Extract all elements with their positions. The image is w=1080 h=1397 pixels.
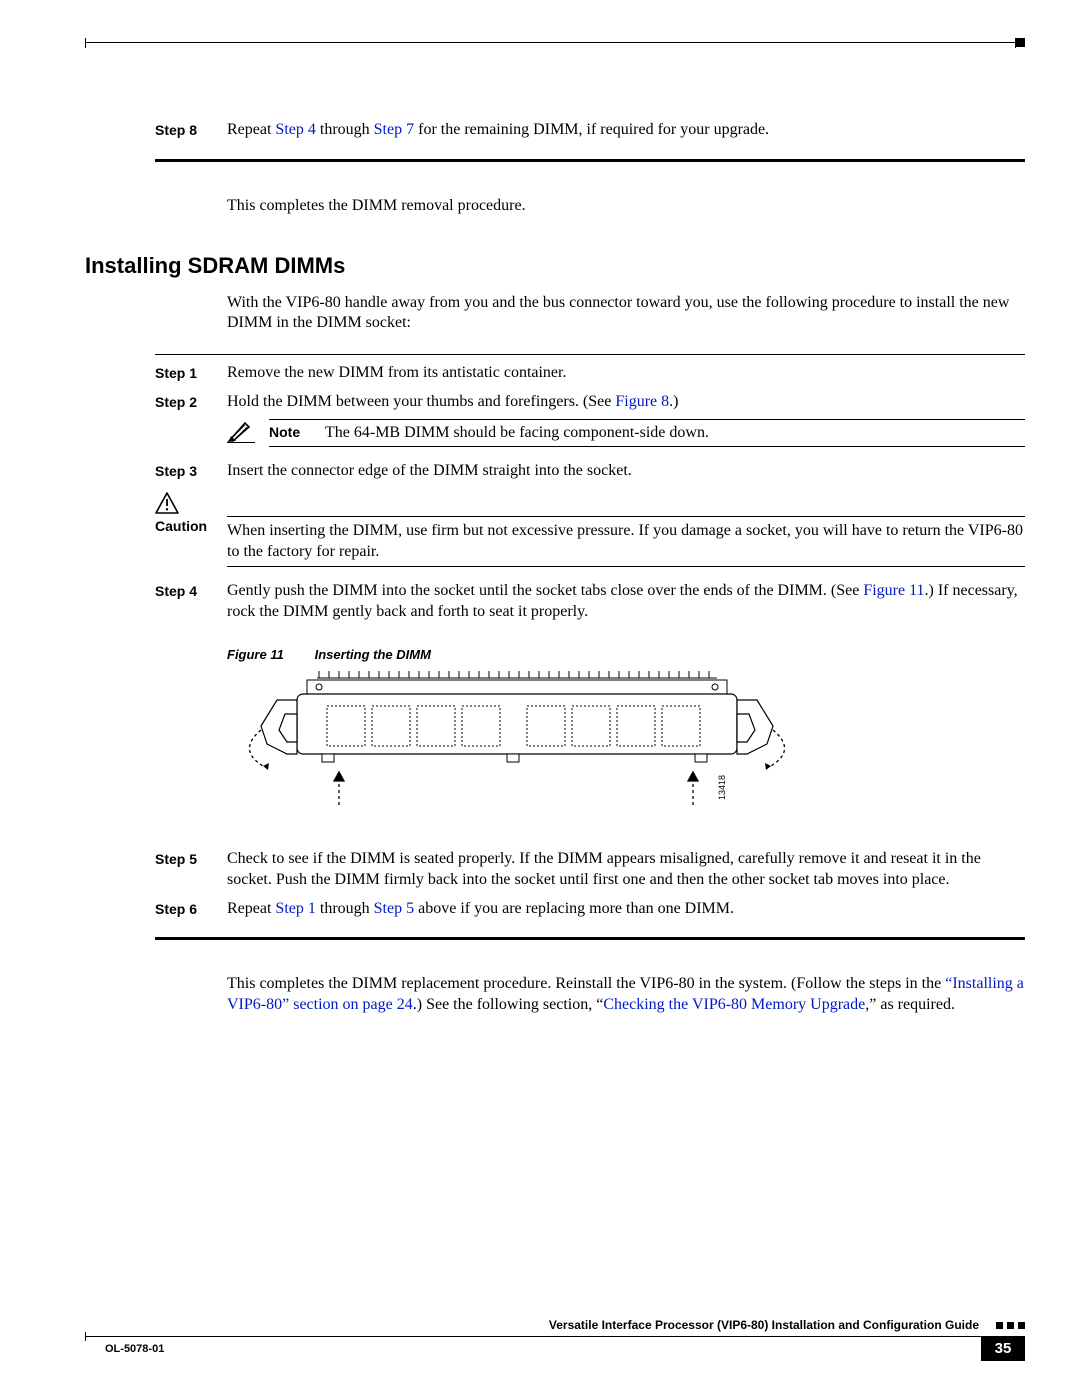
caution-text: When inserting the DIMM, use firm but no… (227, 517, 1025, 567)
note-label: Note (269, 424, 325, 440)
step-5-label: Step 5 (155, 849, 227, 867)
step-4-label: Step 4 (155, 581, 227, 599)
section-intro: With the VIP6-80 handle away from you an… (227, 293, 1025, 335)
figure-number: Figure 11 (227, 647, 311, 662)
closing-pre: This completes the DIMM replacement proc… (227, 975, 945, 992)
closing-mid: .) See the following section, “ (413, 996, 604, 1013)
step-8-row: Step 8 Repeat Step 4 through Step 7 for … (155, 120, 1025, 141)
step-1-label: Step 1 (155, 363, 227, 381)
footer-page-number: 35 (981, 1337, 1025, 1361)
step-6-post: above if you are replacing more than one… (414, 900, 734, 917)
section-heading: Installing SDRAM DIMMs (85, 253, 1025, 279)
step-6-label: Step 6 (155, 899, 227, 917)
step-6-row: Step 6 Repeat Step 1 through Step 5 abov… (155, 899, 1025, 920)
step-8-label: Step 8 (155, 120, 227, 138)
page-footer: Versatile Interface Processor (VIP6-80) … (75, 1318, 1025, 1363)
step-8-post: for the remaining DIMM, if required for … (414, 121, 769, 138)
step-4-text: Gently push the DIMM into the socket unt… (227, 581, 1025, 623)
step-5-text: Check to see if the DIMM is seated prope… (227, 849, 1025, 891)
step-3-text: Insert the connector edge of the DIMM st… (227, 461, 1025, 482)
step-6-text: Repeat Step 1 through Step 5 above if yo… (227, 899, 1025, 920)
step-1-row: Step 1 Remove the new DIMM from its anti… (155, 363, 1025, 384)
section-start-thin-rule (155, 354, 1025, 355)
step-2-link[interactable]: Figure 8 (615, 393, 669, 410)
step-3-row: Step 3 Insert the connector edge of the … (155, 461, 1025, 482)
footer-dots-icon (996, 1322, 1025, 1329)
closing-post: ,” as required. (865, 996, 955, 1013)
step-2-post: .) (669, 393, 678, 410)
section-end-rule-2 (155, 937, 1025, 940)
step-8-pre: Repeat (227, 121, 275, 138)
removal-closing-text: This completes the DIMM removal procedur… (227, 196, 1025, 217)
step-2-label: Step 2 (155, 392, 227, 410)
step-6-link-1[interactable]: Step 1 (275, 900, 315, 917)
step-6-mid: through (316, 900, 374, 917)
step-1-text: Remove the new DIMM from its antistatic … (227, 363, 1025, 384)
note-block: Note The 64-MB DIMM should be facing com… (227, 419, 1025, 447)
header-rule (85, 38, 1025, 48)
page: Step 8 Repeat Step 4 through Step 7 for … (0, 0, 1080, 1397)
step-2-text: Hold the DIMM between your thumbs and fo… (227, 392, 1025, 413)
step-8-link-1[interactable]: Step 4 (275, 121, 315, 138)
section-end-rule-1 (155, 159, 1025, 162)
step-3-label: Step 3 (155, 461, 227, 479)
step-6-pre: Repeat (227, 900, 275, 917)
footer-doc-id: OL-5078-01 (105, 1343, 164, 1355)
pencil-note-icon (227, 419, 255, 443)
figure-id-text: 13418 (717, 775, 727, 800)
footer-guide-title: Versatile Interface Processor (VIP6-80) … (549, 1318, 979, 1332)
step-4-row: Step 4 Gently push the DIMM into the soc… (155, 581, 1025, 623)
figure-title: Inserting the DIMM (315, 647, 431, 662)
step-8-link-2[interactable]: Step 7 (374, 121, 414, 138)
figure-dimm-insertion: 13418 (227, 670, 1025, 835)
page-body: Step 8 Repeat Step 4 through Step 7 for … (75, 48, 1025, 1016)
caution-triangle-icon (155, 492, 179, 514)
step-8-text: Repeat Step 4 through Step 7 for the rem… (227, 120, 1025, 141)
closing-paragraph: This completes the DIMM replacement proc… (227, 974, 1025, 1016)
caution-label: Caution (155, 518, 207, 534)
note-text: The 64-MB DIMM should be facing componen… (325, 424, 709, 442)
closing-link-2[interactable]: Checking the VIP6-80 Memory Upgrade (603, 996, 865, 1013)
step-8-mid: through (316, 121, 374, 138)
step-6-link-2[interactable]: Step 5 (374, 900, 414, 917)
step-5-row: Step 5 Check to see if the DIMM is seate… (155, 849, 1025, 891)
figure-caption: Figure 11 Inserting the DIMM (227, 647, 1025, 662)
caution-block: Caution When inserting the DIMM, use fir… (155, 492, 1025, 568)
step-2-row: Step 2 Hold the DIMM between your thumbs… (155, 392, 1025, 413)
step-4-pre: Gently push the DIMM into the socket unt… (227, 582, 863, 599)
step-2-pre: Hold the DIMM between your thumbs and fo… (227, 393, 615, 410)
step-4-link[interactable]: Figure 11 (863, 582, 924, 599)
